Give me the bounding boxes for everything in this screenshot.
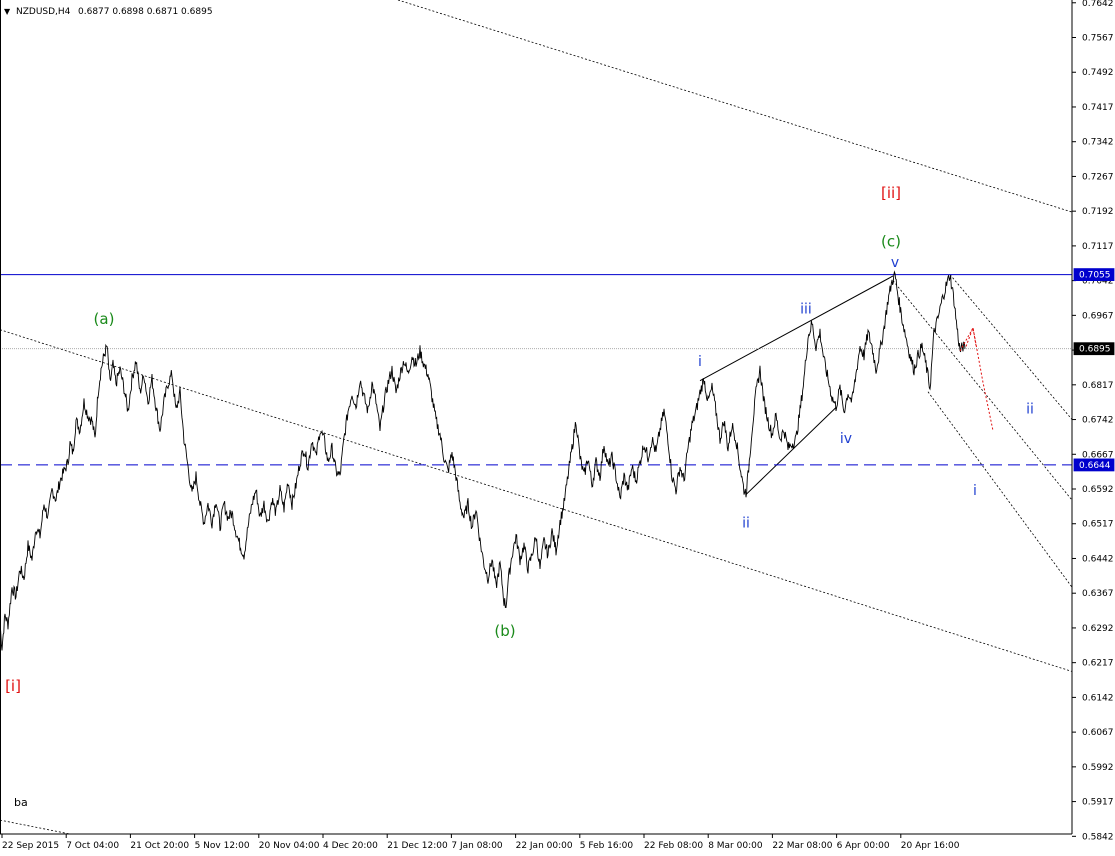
y-tick-label-12: 0.6742 bbox=[1082, 416, 1114, 426]
y-tick-label-3: 0.7417 bbox=[1082, 103, 1114, 113]
y-tick-label-0: 0.7642 bbox=[1082, 0, 1114, 9]
y-tick-label-9: 0.6967 bbox=[1082, 311, 1114, 321]
wave-label-2: (b) bbox=[494, 622, 515, 640]
x-tick-label-2: 21 Oct 20:00 bbox=[130, 841, 189, 851]
level-badge-0-text: 0.7055 bbox=[1079, 271, 1111, 281]
y-tick-label-23: 0.5917 bbox=[1082, 798, 1114, 808]
x-tick-label-6: 21 Dec 12:00 bbox=[387, 841, 448, 851]
y-tick-label-15: 0.6517 bbox=[1082, 520, 1114, 530]
wave-label-4: [ii] bbox=[881, 184, 901, 202]
x-tick-label-13: 6 Apr 00:00 bbox=[837, 841, 890, 851]
y-tick-label-24: 0.5842 bbox=[1082, 832, 1114, 842]
wave-label-5: v bbox=[891, 255, 899, 271]
wave-label-8: ii bbox=[742, 515, 750, 531]
y-tick-label-22: 0.5992 bbox=[1082, 763, 1114, 773]
y-tick-label-1: 0.7567 bbox=[1082, 34, 1114, 44]
y-tick-label-6: 0.7192 bbox=[1082, 207, 1114, 217]
x-tick-label-12: 22 Mar 08:00 bbox=[772, 841, 832, 851]
chart-header: ▼ NZDUSD,H4 0.6877 0.6898 0.6871 0.6895 bbox=[4, 7, 213, 17]
y-tick-label-18: 0.6292 bbox=[1082, 624, 1114, 634]
wave-label-0: [i] bbox=[5, 677, 21, 695]
header-ohlc: 0.6877 0.6898 0.6871 0.6895 bbox=[78, 7, 213, 17]
y-tick-label-4: 0.7342 bbox=[1082, 138, 1114, 148]
x-tick-label-5: 4 Dec 20:00 bbox=[323, 841, 378, 851]
wave-label-3: (c) bbox=[881, 233, 901, 251]
x-tick-label-7: 7 Jan 08:00 bbox=[451, 841, 503, 851]
x-tick-label-1: 7 Oct 04:00 bbox=[66, 841, 119, 851]
header-symbol: NZDUSD,H4 bbox=[16, 7, 71, 17]
x-tick-label-9: 5 Feb 16:00 bbox=[580, 841, 634, 851]
last-price-badge-text: 0.6895 bbox=[1079, 345, 1111, 355]
chart-background bbox=[0, 0, 1115, 856]
y-tick-label-2: 0.7492 bbox=[1082, 68, 1114, 78]
price-chart: [i](a)(b)(c)[ii]viiiiiiiviii 0.76420.756… bbox=[0, 0, 1115, 856]
x-tick-label-10: 22 Feb 08:00 bbox=[644, 841, 703, 851]
y-tick-label-21: 0.6067 bbox=[1082, 728, 1114, 738]
y-tick-label-11: 0.6817 bbox=[1082, 381, 1114, 391]
y-tick-label-20: 0.6142 bbox=[1082, 693, 1114, 703]
x-tick-label-0: 22 Sep 2015 bbox=[2, 841, 59, 851]
x-tick-label-3: 5 Nov 12:00 bbox=[195, 841, 250, 851]
wave-label-11: i bbox=[973, 483, 977, 499]
wave-label-9: iv bbox=[840, 431, 852, 447]
x-tick-label-11: 8 Mar 00:00 bbox=[708, 841, 763, 851]
wave-label-1: (a) bbox=[94, 310, 115, 328]
header-arrow-icon[interactable]: ▼ bbox=[4, 7, 11, 16]
x-tick-label-4: 20 Nov 04:00 bbox=[259, 841, 320, 851]
wave-label-10: ii bbox=[1026, 401, 1034, 417]
x-tick-label-14: 20 Apr 16:00 bbox=[901, 841, 960, 851]
y-tick-label-17: 0.6367 bbox=[1082, 589, 1114, 599]
y-tick-label-19: 0.6217 bbox=[1082, 659, 1114, 669]
wave-label-6: i bbox=[698, 354, 702, 370]
y-tick-label-14: 0.6592 bbox=[1082, 485, 1114, 495]
y-tick-label-16: 0.6442 bbox=[1082, 554, 1114, 564]
y-tick-label-5: 0.7267 bbox=[1082, 172, 1114, 182]
x-tick-label-8: 22 Jan 00:00 bbox=[516, 841, 573, 851]
corner-text: ba bbox=[14, 796, 28, 809]
wave-label-7: iii bbox=[800, 301, 812, 317]
y-tick-label-7: 0.7117 bbox=[1082, 242, 1114, 252]
level-badge-1-text: 0.6644 bbox=[1079, 461, 1111, 471]
